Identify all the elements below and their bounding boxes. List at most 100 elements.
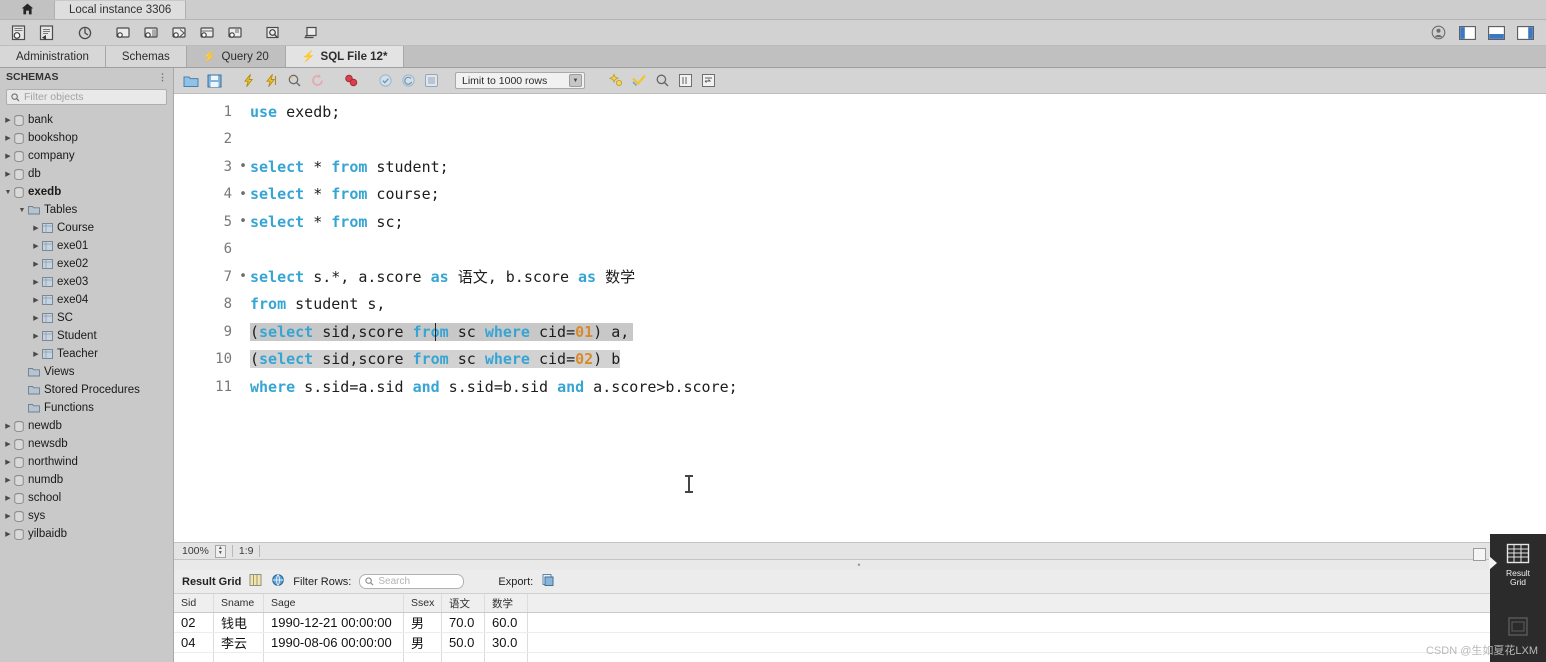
- open-script-icon[interactable]: [180, 70, 202, 92]
- rollback-transaction-icon[interactable]: [397, 70, 419, 92]
- collapse-panel-icon[interactable]: ⋮: [158, 72, 167, 83]
- table-cell[interactable]: 30.0: [485, 633, 528, 652]
- table-cell[interactable]: 男: [404, 633, 442, 652]
- tab-schemas[interactable]: Schemas: [105, 46, 187, 67]
- tree-item-northwind[interactable]: ▶ northwind: [0, 453, 173, 471]
- add-connection-icon[interactable]: [298, 22, 324, 44]
- chevron-right-icon[interactable]: ▶: [30, 314, 42, 322]
- open-sql-script-icon[interactable]: [34, 22, 60, 44]
- dock-result-grid[interactable]: Result Grid: [1490, 534, 1546, 596]
- connection-tab[interactable]: Local instance 3306: [54, 0, 187, 19]
- beautify-query-icon[interactable]: [605, 70, 627, 92]
- explain-query-icon[interactable]: [283, 70, 305, 92]
- table-row[interactable]: 02 钱电 1990-12-21 00:00:00 男 70.0 60.0: [174, 613, 1546, 633]
- chevron-right-icon[interactable]: ▶: [2, 494, 14, 502]
- tree-item-exe01[interactable]: ▶ exe01: [0, 237, 173, 255]
- execute-current-statement-icon[interactable]: [260, 70, 282, 92]
- tree-item-stored-procedures[interactable]: Stored Procedures: [0, 381, 173, 399]
- code-line[interactable]: 11 where s.sid=a.sid and s.sid=b.sid and …: [174, 373, 1546, 401]
- result-grid[interactable]: Sid Sname Sage Ssex 语文 数学 02 钱电 1990-12-21 00:00…: [174, 594, 1546, 662]
- tree-item-newsdb[interactable]: ▶ newsdb: [0, 435, 173, 453]
- refresh-icon[interactable]: [271, 573, 285, 590]
- chevron-right-icon[interactable]: ▶: [2, 440, 14, 448]
- save-script-icon[interactable]: [203, 70, 225, 92]
- tree-item-school[interactable]: ▶ school: [0, 489, 173, 507]
- column-header[interactable]: Ssex: [404, 594, 442, 612]
- chevron-right-icon[interactable]: ▶: [30, 224, 42, 232]
- tree-item-db[interactable]: ▶ db: [0, 165, 173, 183]
- chevron-right-icon[interactable]: ▶: [30, 260, 42, 268]
- chevron-right-icon[interactable]: ▶: [30, 242, 42, 250]
- sql-code-editor[interactable]: 1 use exedb; 2 3 • select * from student; 4 • se…: [174, 94, 1546, 542]
- tree-item-sc[interactable]: ▶ SC: [0, 309, 173, 327]
- filter-objects-input[interactable]: Filter objects: [6, 89, 167, 105]
- results-maximize-toggle[interactable]: [1473, 548, 1486, 561]
- filter-rows-input[interactable]: Search: [359, 574, 465, 589]
- execute-statement-icon[interactable]: [237, 70, 259, 92]
- tree-item-company[interactable]: ▶ company: [0, 147, 173, 165]
- chevron-right-icon[interactable]: ▶: [2, 476, 14, 484]
- chevron-right-icon[interactable]: ▶: [2, 170, 14, 178]
- results-splitter[interactable]: •: [174, 560, 1546, 570]
- tree-item-numdb[interactable]: ▶ numdb: [0, 471, 173, 489]
- column-header[interactable]: Sage: [264, 594, 404, 612]
- tree-item-bookshop[interactable]: ▶ bookshop: [0, 129, 173, 147]
- table-cell[interactable]: 70.0: [442, 613, 485, 632]
- column-header[interactable]: Sid: [174, 594, 214, 612]
- row-limit-select[interactable]: Limit to 1000 rows ▼: [455, 72, 585, 89]
- column-header[interactable]: 数学: [485, 594, 528, 612]
- tree-item-course[interactable]: ▶ Course: [0, 219, 173, 237]
- code-line[interactable]: 1 use exedb;: [174, 98, 1546, 126]
- chevron-right-icon[interactable]: ▶: [2, 530, 14, 538]
- schema-tree[interactable]: ▶ bank ▶ bookshop ▶ company ▶ db ▼ exedb ▼ Tables ▶ C…: [0, 110, 173, 662]
- tab-query-20[interactable]: ⚡ Query 20: [186, 46, 286, 67]
- code-line[interactable]: 10 (select sid,score from sc where cid=02…: [174, 346, 1546, 374]
- tree-item-exe02[interactable]: ▶ exe02: [0, 255, 173, 273]
- code-line[interactable]: 6: [174, 236, 1546, 264]
- chevron-right-icon[interactable]: ▶: [2, 152, 14, 160]
- chevron-right-icon[interactable]: ▶: [2, 512, 14, 520]
- table-cell[interactable]: 60.0: [485, 613, 528, 632]
- find-icon[interactable]: [651, 70, 673, 92]
- chevron-right-icon[interactable]: ▶: [2, 422, 14, 430]
- code-line[interactable]: 4 • select * from course;: [174, 181, 1546, 209]
- reverse-engineer-icon[interactable]: [166, 22, 192, 44]
- tab-sql-file-12[interactable]: ⚡ SQL File 12*: [285, 46, 405, 67]
- toggle-secondary-sidebar-icon[interactable]: [1512, 22, 1538, 44]
- table-cell[interactable]: 男: [404, 613, 442, 632]
- toggle-invisible-chars-icon[interactable]: [674, 70, 696, 92]
- tree-item-exedb[interactable]: ▼ exedb: [0, 183, 173, 201]
- chevron-right-icon[interactable]: ▶: [30, 296, 42, 304]
- tab-administration[interactable]: Administration: [0, 46, 106, 67]
- tree-item-bank[interactable]: ▶ bank: [0, 111, 173, 129]
- chevron-right-icon[interactable]: ▶: [30, 332, 42, 340]
- chevron-right-icon[interactable]: ▶: [30, 278, 42, 286]
- table-cell[interactable]: 1990-08-06 00:00:00: [264, 633, 404, 652]
- column-header[interactable]: Sname: [214, 594, 264, 612]
- code-line[interactable]: 2: [174, 126, 1546, 154]
- table-cell[interactable]: 李云: [214, 633, 264, 652]
- wrap-lines-icon[interactable]: [697, 70, 719, 92]
- table-cell[interactable]: 02: [174, 613, 214, 632]
- toggle-output-icon[interactable]: [1483, 22, 1509, 44]
- code-line[interactable]: 8 from student s,: [174, 291, 1546, 319]
- code-line[interactable]: 7 • select s.*, a.score as 语文, b.score as …: [174, 263, 1546, 291]
- autocommit-toggle-icon[interactable]: [420, 70, 442, 92]
- new-sql-tab-icon[interactable]: [6, 22, 32, 44]
- stop-execution-icon[interactable]: [306, 70, 328, 92]
- tree-item-yilbaidb[interactable]: ▶ yilbaidb: [0, 525, 173, 543]
- toggle-stop-on-error-icon[interactable]: [340, 70, 362, 92]
- commit-transaction-icon[interactable]: [374, 70, 396, 92]
- chevron-right-icon[interactable]: ▶: [2, 458, 14, 466]
- toggle-sidebar-icon[interactable]: [1454, 22, 1480, 44]
- code-line[interactable]: 5 • select * from sc;: [174, 208, 1546, 236]
- table-cell[interactable]: 1990-12-21 00:00:00: [264, 613, 404, 632]
- home-button[interactable]: [0, 0, 54, 19]
- forward-engineer-icon[interactable]: [138, 22, 164, 44]
- table-row[interactable]: 04 李云 1990-08-06 00:00:00 男 50.0 30.0: [174, 633, 1546, 653]
- chevron-right-icon[interactable]: ▶: [2, 134, 14, 142]
- tree-item-functions[interactable]: Functions: [0, 399, 173, 417]
- edit-table-data-icon[interactable]: [194, 22, 220, 44]
- tree-item-views[interactable]: Views: [0, 363, 173, 381]
- column-header[interactable]: 语文: [442, 594, 485, 612]
